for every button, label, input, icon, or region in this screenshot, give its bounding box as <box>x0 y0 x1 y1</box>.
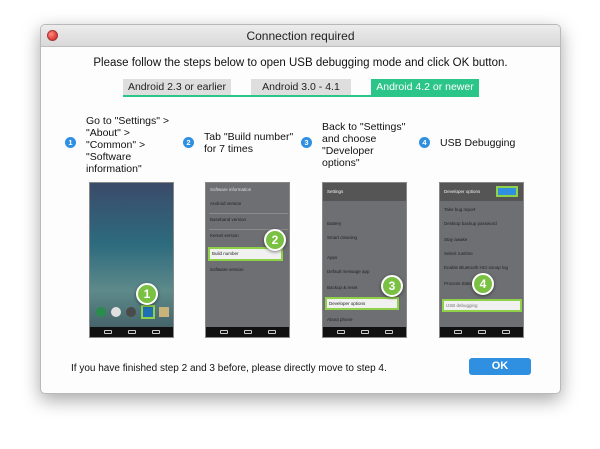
close-icon[interactable] <box>47 30 58 41</box>
s4-header: Developer options <box>444 189 481 194</box>
step-3-number: 3 <box>301 137 312 148</box>
s3-row-5: Developer options <box>329 301 366 306</box>
s2-row-5: Software version <box>210 267 244 272</box>
contacts-app-icon <box>111 307 121 317</box>
phone-screenshot-home: 1 <box>89 182 174 338</box>
android-navbar <box>206 327 289 337</box>
dock-icons <box>96 305 169 321</box>
connection-dialog: Connection required Please follow the st… <box>40 24 561 394</box>
settings-header: Settings <box>323 183 406 201</box>
home-icon <box>244 330 252 334</box>
s3-row-2: Apps <box>327 255 338 260</box>
tab-android-3-0[interactable]: Android 3.0 - 4.1 <box>251 79 351 95</box>
s3-row-6: About phone <box>327 317 353 322</box>
s4-row-0: Take bug report <box>444 207 476 212</box>
settings-gear-icon <box>141 305 155 319</box>
android-navbar <box>90 327 173 337</box>
phone-screenshot-developer-options: Developer options Take bug report Deskto… <box>439 182 524 338</box>
recents-icon <box>268 330 276 334</box>
back-icon <box>337 330 345 334</box>
s2-divider <box>209 213 288 214</box>
gallery-app-icon <box>159 307 169 317</box>
android-navbar <box>323 327 406 337</box>
step-1-number: 1 <box>65 137 76 148</box>
step-badge-4: 4 <box>472 273 494 295</box>
step-1-text: Go to "Settings" > "About" > "Common" > … <box>86 115 170 175</box>
step-2-number: 2 <box>183 137 194 148</box>
s3-row-4: Backup & reset <box>327 285 358 290</box>
phone-screenshot-settings: Settings Battery Smart cleaning Apps Def… <box>322 182 407 338</box>
back-icon <box>454 330 462 334</box>
s4-row-2: Stay awake <box>444 237 468 242</box>
tab-android-2-3[interactable]: Android 2.3 or earlier <box>123 79 231 95</box>
recents-icon <box>385 330 393 334</box>
phone-screenshot-software-info: Software information Android version Bas… <box>205 182 290 338</box>
android-navbar <box>440 327 523 337</box>
title-bar: Connection required <box>41 25 560 47</box>
s2-row-1: Android version <box>210 201 242 206</box>
home-icon <box>478 330 486 334</box>
phone-app-icon <box>96 307 106 317</box>
s4-row-5: Process Stats <box>444 281 472 286</box>
step-2-text: Tab "Build number" for 7 times <box>204 131 294 155</box>
ok-button[interactable]: OK <box>469 358 531 375</box>
recents-icon <box>502 330 510 334</box>
s4-row-6: USB debugging <box>446 303 478 308</box>
apps-grid-icon <box>126 307 136 317</box>
active-tab-underline <box>123 95 479 97</box>
step-badge-1: 1 <box>136 283 158 305</box>
s2-row-2: Baseband version <box>210 217 247 222</box>
footer-note: If you have finished step 2 and 3 before… <box>71 363 387 374</box>
recents-icon <box>152 330 160 334</box>
step-badge-2: 2 <box>264 229 286 251</box>
step-badge-3: 3 <box>381 275 403 297</box>
s3-row-0: Battery <box>327 221 342 226</box>
step-3-text: Back to "Settings" and choose "Developer… <box>322 121 406 169</box>
s4-row-1: Desktop backup password <box>444 221 497 226</box>
tab-android-4-2[interactable]: Android 4.2 or newer <box>371 79 479 95</box>
developer-header: Developer options <box>440 183 523 201</box>
s2-row-3: Kernel version <box>210 233 239 238</box>
home-icon <box>361 330 369 334</box>
step-4-text: USB Debugging <box>440 137 516 149</box>
usb-debugging-highlight: USB debugging <box>442 299 522 312</box>
back-icon <box>104 330 112 334</box>
developer-options-highlight: Developer options <box>325 297 399 310</box>
window-title: Connection required <box>246 29 355 43</box>
s4-row-4: Enable Bluetooth HCI snoop log <box>444 265 509 270</box>
s2-row-0: Software information <box>210 187 252 192</box>
step-4-number: 4 <box>419 137 430 148</box>
instruction-text: Please follow the steps below to open US… <box>93 57 508 69</box>
s3-row-3: Default message app <box>327 269 370 274</box>
s3-header: Settings <box>327 189 344 194</box>
developer-toggle-icon <box>496 186 518 197</box>
s4-row-3: Select runtime <box>444 251 473 256</box>
s3-row-1: Smart cleaning <box>327 235 358 240</box>
home-icon <box>128 330 136 334</box>
s2-row-4: Build number <box>212 251 239 256</box>
back-icon <box>220 330 228 334</box>
